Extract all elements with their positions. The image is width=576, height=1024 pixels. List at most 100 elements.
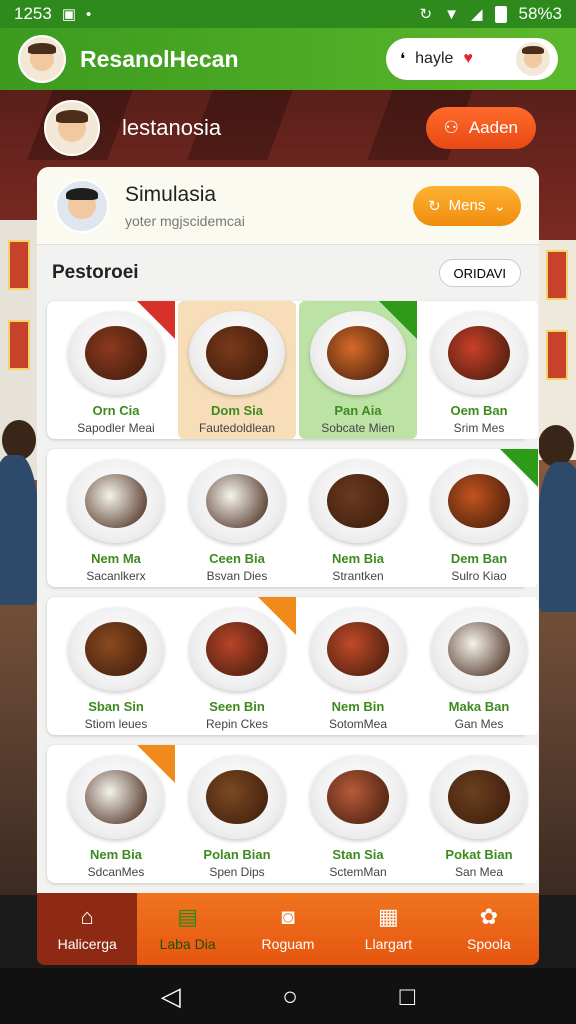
food-name: Seen Bin <box>209 699 265 714</box>
food-item[interactable]: Pan Aia Sobcate Mien <box>299 301 417 439</box>
food-row: Orn Cia Sapodler Meai Dom Sia Fautedoldlean… <box>47 301 538 439</box>
food-subtitle: Bsvan Dies <box>206 569 268 583</box>
app-logo-avatar[interactable] <box>18 35 66 83</box>
food-item[interactable]: Maka Ban Gan Mes <box>420 597 538 735</box>
nav-item-document[interactable]: ▦ Llargart <box>338 893 438 965</box>
system-navigation: ◁ ○ □ <box>0 968 576 1024</box>
food-name: Pokat Bian <box>445 847 513 862</box>
battery-text: 58%3 <box>518 4 562 23</box>
food-subtitle: Gan Mes <box>454 717 504 731</box>
back-icon[interactable]: ◁ <box>161 981 181 1012</box>
recents-icon[interactable]: □ <box>400 981 416 1012</box>
nav-label: Llargart <box>364 936 413 952</box>
chevron-down-icon: ⌄ <box>493 197 506 215</box>
add-button[interactable]: ⚇ Aaden <box>425 107 536 149</box>
camera-icon: ◙ <box>281 904 295 929</box>
food-item[interactable]: Polan Bian Spen Dips <box>178 745 296 883</box>
food-plate-image <box>431 755 527 839</box>
card-subtitle: yoter mgjscidemcai <box>125 212 245 229</box>
food-subtitle: SdcanMes <box>87 865 145 879</box>
battery-icon <box>494 5 507 23</box>
food-name: Dem Ban <box>450 551 508 566</box>
food-name: Nem Bin <box>331 699 385 714</box>
food-subtitle: Sacanlkerx <box>86 569 146 583</box>
menu-dropdown-button[interactable]: ↻ Mens ⌄ <box>413 185 521 226</box>
food-plate-image <box>189 459 285 543</box>
menu-card: Simulasia yoter mgjscidemcai ↻ Mens ⌄ Pe… <box>37 167 539 895</box>
food-item[interactable]: Ceen Bia Bsvan Dies <box>178 449 296 587</box>
food-name: Oem Ban <box>450 403 508 418</box>
gear-icon: ✿ <box>479 904 499 929</box>
profile-pill-label: hayle <box>415 50 454 67</box>
nav-item-home[interactable]: ⌂ Halicerga <box>37 893 138 965</box>
food-plate-image <box>189 755 285 839</box>
profile-avatar[interactable] <box>514 40 552 78</box>
document-icon: ▦ <box>378 904 399 929</box>
food-item[interactable]: Seen Bin Repin Ckes <box>178 597 296 735</box>
signal-icon: ◢ <box>470 6 483 23</box>
food-item[interactable]: Pokat Bian San Mea <box>420 745 538 883</box>
status-bar: 1253 ▣ • ↻ ▼ ◢ 58%3 <box>0 0 576 28</box>
food-name: Orn Cia <box>92 403 140 418</box>
food-plate-image <box>431 607 527 691</box>
food-name: Ceen Bia <box>209 551 265 566</box>
app-header: ResanolHecan ❛ hayle ♥ <box>0 28 576 90</box>
food-item[interactable]: Nem Bia Strantken <box>299 449 417 587</box>
food-row: Sban Sin Stiom leues Seen Bin Repin Ckes Nem… <box>47 597 538 735</box>
user-row: lestanosia ⚇ Aaden <box>44 100 536 156</box>
food-subtitle: Stiom leues <box>84 717 148 731</box>
food-subtitle: Spen Dips <box>209 865 265 879</box>
home-icon: ⌂ <box>80 904 94 929</box>
food-name: Sban Sin <box>88 699 144 714</box>
food-item[interactable]: Stan Sia SctemMan <box>299 745 417 883</box>
food-subtitle: Repin Ckes <box>205 717 269 731</box>
food-subtitle: Sulro Kiao <box>451 569 507 583</box>
food-name: Polan Bian <box>203 847 271 862</box>
food-grid: Orn Cia Sapodler Meai Dom Sia Fautedoldlean… <box>37 301 539 883</box>
food-name: Nem Ma <box>91 551 141 566</box>
food-item[interactable]: Orn Cia Sapodler Meai <box>57 301 175 439</box>
food-item[interactable]: Dem Ban Sulro Kiao <box>420 449 538 587</box>
food-subtitle: San Mea <box>454 865 504 879</box>
food-item[interactable]: Sban Sin Stiom leues <box>57 597 175 735</box>
food-name: Maka Ban <box>448 699 510 714</box>
food-name: Nem Bia <box>89 847 143 862</box>
nav-item-camera[interactable]: ◙ Roguam <box>238 893 338 965</box>
nav-label: Halicerga <box>57 936 117 952</box>
section-header: Pestoroei ORIDAVI <box>37 245 539 287</box>
nav-label: Roguam <box>261 936 315 952</box>
user-name: lestanosia <box>122 115 222 140</box>
food-plate-image <box>68 311 164 395</box>
food-item[interactable]: Nem Bia SdcanMes <box>57 745 175 883</box>
card-title: Simulasia <box>125 182 217 206</box>
food-item[interactable]: Dom Sia Fautedoldlean <box>178 301 296 439</box>
food-subtitle: Sapodler Meai <box>77 421 155 435</box>
food-name: Dom Sia <box>210 403 263 418</box>
food-subtitle: Sobcate Mien <box>321 421 395 435</box>
food-name: Pan Aia <box>334 403 382 418</box>
nav-item-settings[interactable]: ✿ Spoola <box>439 893 539 965</box>
sync-icon: ↻ <box>419 6 433 23</box>
food-plate-image <box>431 459 527 543</box>
user-avatar[interactable] <box>44 100 100 156</box>
profile-pill[interactable]: ❛ hayle ♥ <box>386 38 558 80</box>
card-avatar[interactable] <box>55 178 109 233</box>
section-chip[interactable]: ORIDAVI <box>438 259 521 287</box>
food-plate-image <box>310 459 406 543</box>
food-subtitle: Srim Mes <box>453 421 505 435</box>
section-title: Pestoroei <box>52 262 139 283</box>
food-row: Nem Ma Sacanlkerx Ceen Bia Bsvan Dies Nem Bi… <box>47 449 538 587</box>
refresh-icon: ↻ <box>428 197 441 215</box>
food-plate-image <box>310 607 406 691</box>
food-item[interactable]: Nem Bin SotomMea <box>299 597 417 735</box>
food-item[interactable]: Oem Ban Srim Mes <box>420 301 538 439</box>
food-subtitle: Fautedoldlean <box>198 421 276 435</box>
food-plate-image <box>68 459 164 543</box>
food-name: Nem Bia <box>331 551 385 566</box>
nav-item-bag[interactable]: ▤ Laba Dia <box>137 893 237 965</box>
food-item[interactable]: Nem Ma Sacanlkerx <box>57 449 175 587</box>
bottom-navigation: ⌂ Halicerga ▤ Laba Dia ◙ Roguam ▦ Llarga… <box>37 893 539 965</box>
home-circle-icon[interactable]: ○ <box>282 981 298 1012</box>
person-icon: ⚇ <box>443 118 459 137</box>
notification-icon: ▣ <box>61 6 77 23</box>
